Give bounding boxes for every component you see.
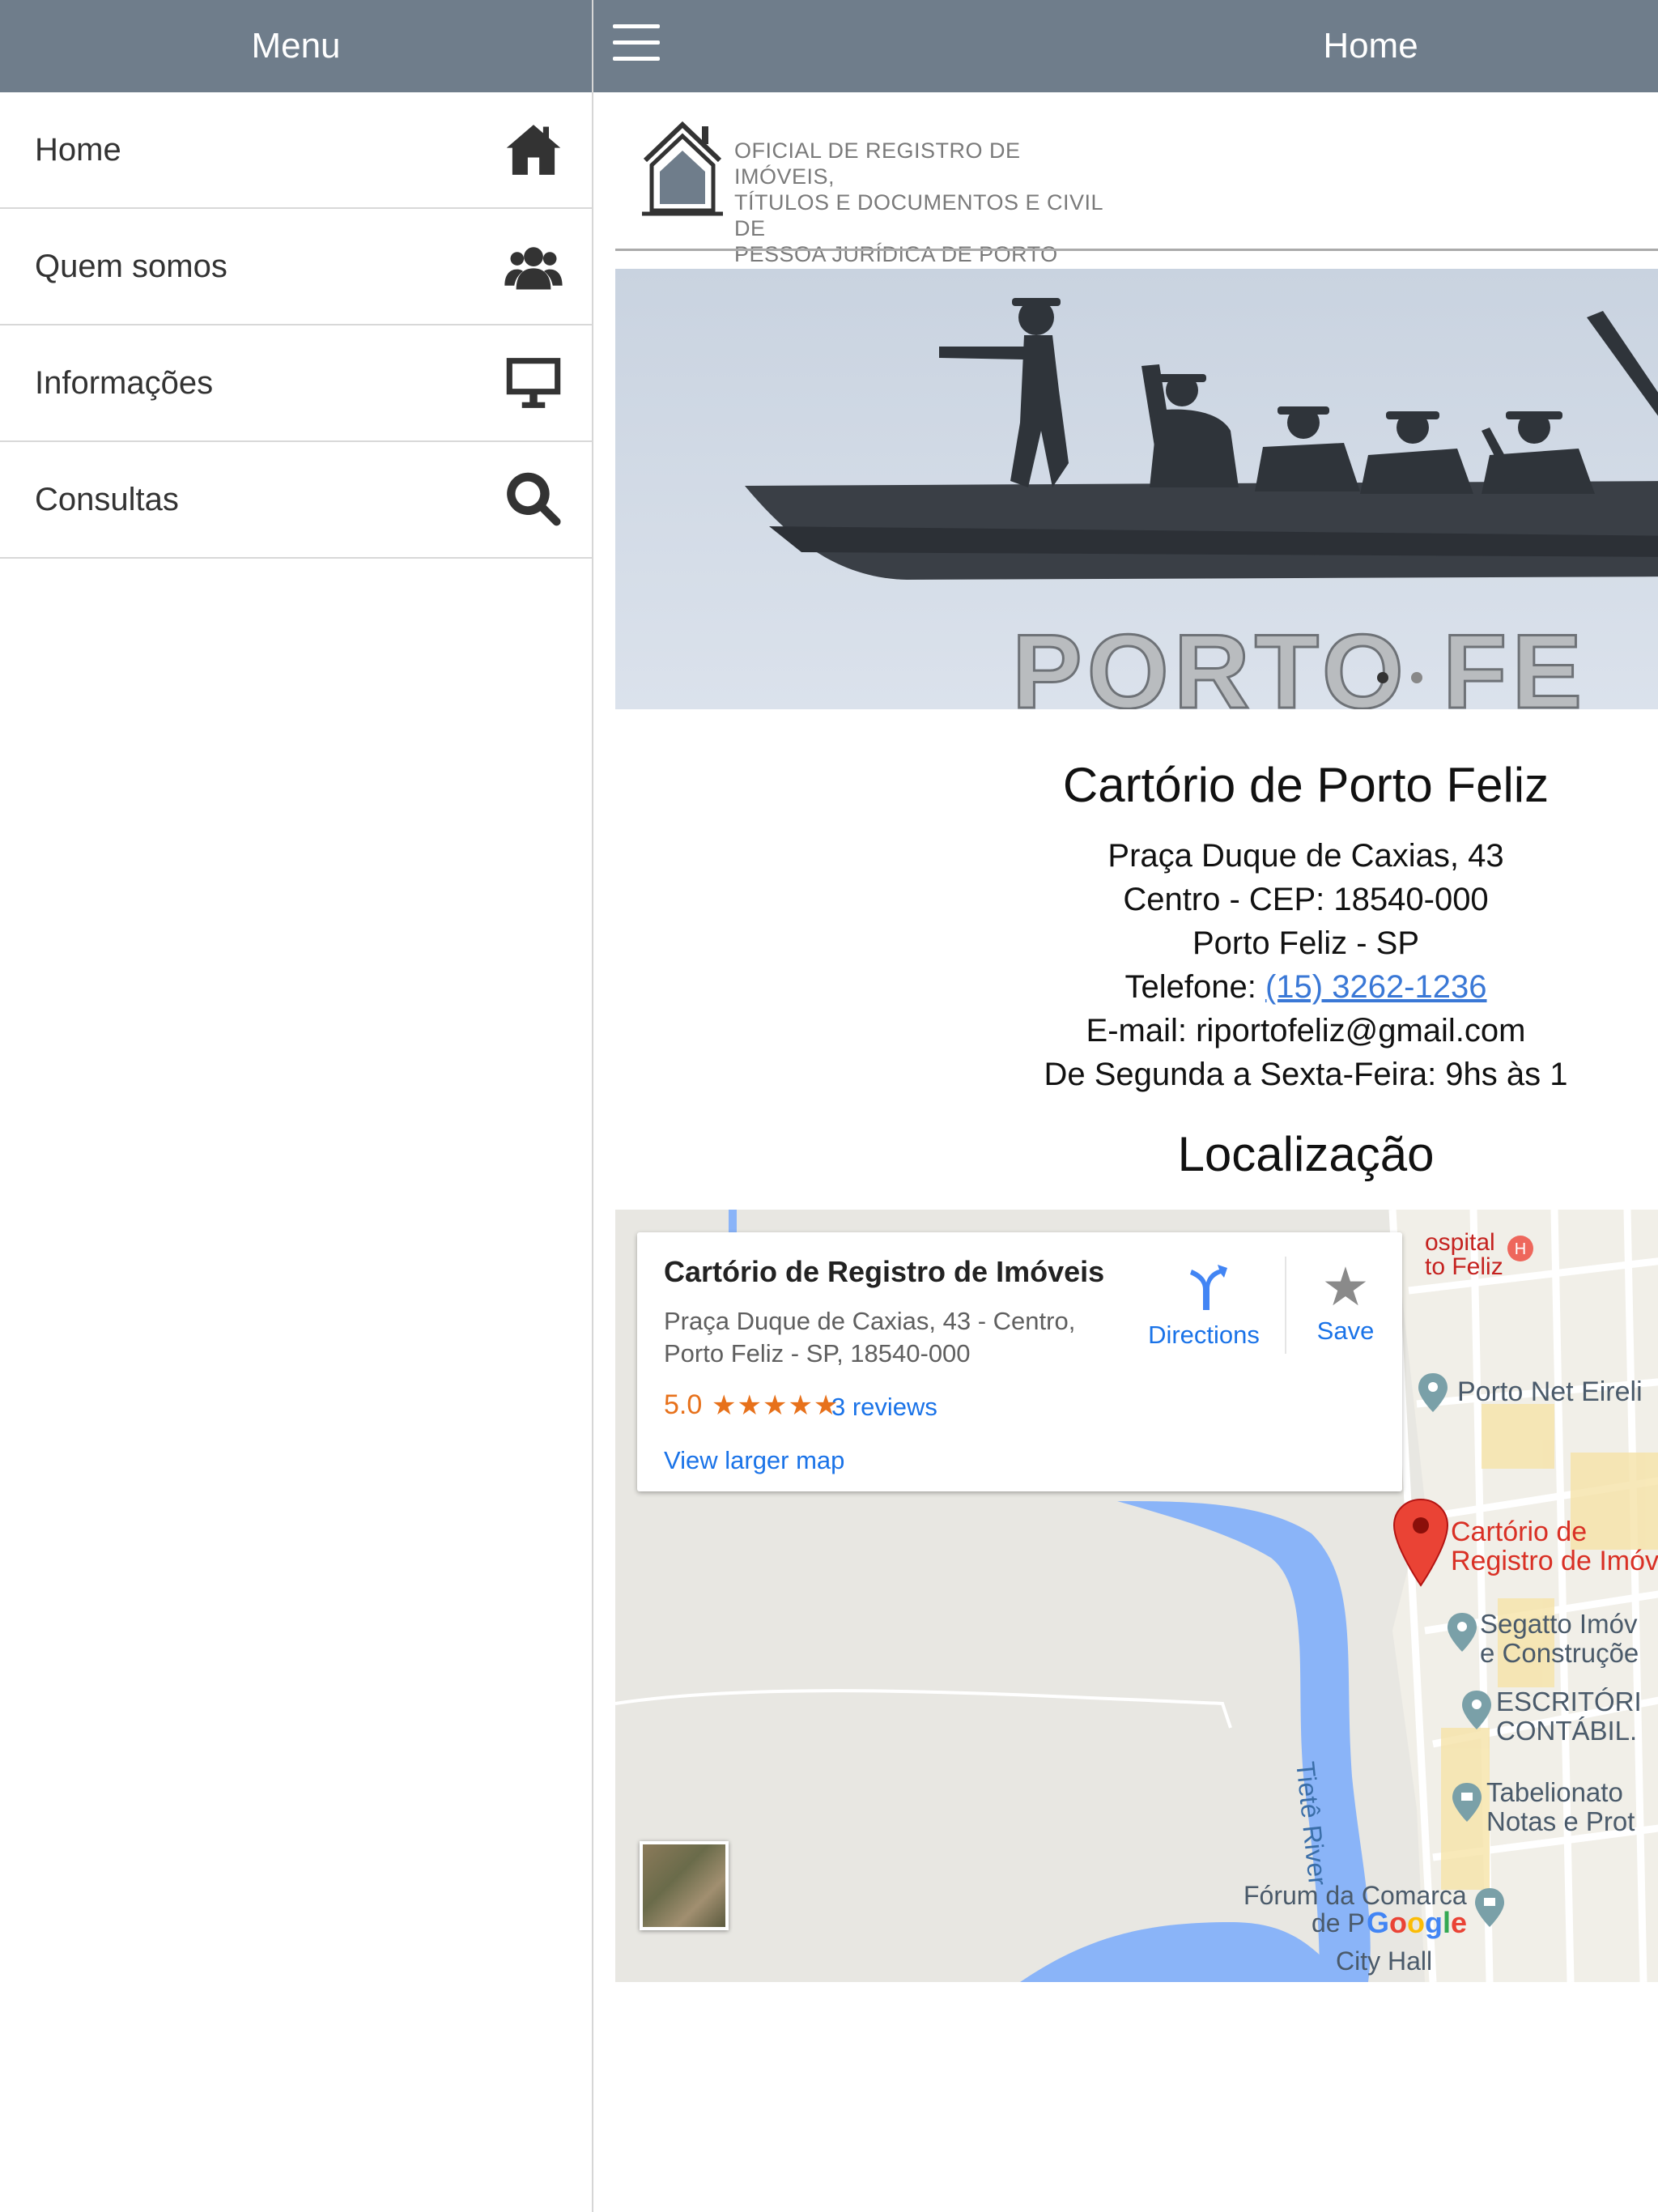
home-icon: [506, 125, 561, 175]
directions-label: Directions: [1148, 1321, 1260, 1349]
map-label-escritorio: ESCRITÓRI CONTÁBIL.: [1496, 1687, 1642, 1746]
save-button[interactable]: ★ Save: [1289, 1257, 1402, 1346]
carousel-dot-active[interactable]: [1377, 672, 1388, 683]
hours-line: De Segunda a Sexta-Feira: 9hs às 1: [1044, 1057, 1568, 1092]
directions-icon: [1190, 1265, 1227, 1310]
location-marker-icon[interactable]: [1392, 1498, 1449, 1587]
place-info-card: Cartório de Registro de Imóveis Praça Du…: [637, 1232, 1402, 1491]
embedded-map[interactable]: Cartório de Registro de Imóveis Praça Du…: [615, 1210, 1658, 1982]
map-label-cartorio: Cartório de Registro de Imóv: [1451, 1517, 1658, 1576]
porto-feliz-sign: PORTO FE: [1012, 612, 1587, 709]
district-line: Centro - CEP: 18540-000: [1123, 882, 1489, 917]
place-address-line: Praça Duque de Caxias, 43 - Centro,: [664, 1307, 1076, 1335]
hospital-pin-icon[interactable]: H: [1506, 1234, 1535, 1263]
side-menu: Menu Home Quem somos Informações Consult…: [0, 0, 593, 2212]
hamburger-menu-button[interactable]: [613, 24, 660, 65]
top-bar: Home: [593, 0, 1658, 92]
map-label-porto-net: Porto Net Eireli: [1457, 1376, 1643, 1407]
city-line: Porto Feliz - SP: [1192, 925, 1420, 961]
menu-title: Menu: [251, 26, 341, 66]
page-title: Home: [1323, 26, 1418, 66]
google-logo: Google: [1367, 1906, 1468, 1939]
map-label-city-hall: City Hall: [1336, 1946, 1433, 1976]
hero-carousel[interactable]: PORTO FE: [615, 269, 1658, 709]
map-label-line: Notas e Prot: [1486, 1806, 1635, 1836]
place-address-line: Porto Feliz - SP, 18540-000: [664, 1339, 971, 1368]
monitor-icon: [506, 358, 561, 408]
hero-image: PORTO FE: [745, 298, 1658, 709]
place-pin-icon[interactable]: [1451, 1781, 1483, 1823]
map-label-line: Tabelionato: [1486, 1777, 1623, 1807]
phone-link[interactable]: (15) 3262-1236: [1265, 969, 1487, 1005]
menu-item-label: Quem somos: [35, 248, 227, 284]
email-line: E-mail: riportofeliz@gmail.com: [1086, 1013, 1526, 1049]
map-label-line: Segatto Imóv: [1480, 1609, 1638, 1639]
menu-item-consultas[interactable]: Consultas: [0, 442, 592, 559]
menu-item-home[interactable]: Home: [0, 92, 592, 209]
phone-line: Telefone: (15) 3262-1236: [593, 965, 1658, 1009]
menu-item-informacoes[interactable]: Informações: [0, 325, 592, 442]
save-label: Save: [1316, 1317, 1375, 1345]
office-title: Cartório de Porto Feliz: [1062, 758, 1550, 812]
house-logo-icon: [642, 121, 723, 216]
search-icon: [507, 472, 561, 526]
card-divider: [1285, 1257, 1286, 1354]
menu-item-label: Informações: [35, 364, 214, 401]
map-label-line: Fórum da Comarca: [1244, 1881, 1467, 1910]
menu-item-quem-somos[interactable]: Quem somos: [0, 209, 592, 325]
phone-label: Telefone:: [1124, 969, 1265, 1005]
map-label-line: e Construçõe: [1480, 1638, 1639, 1668]
place-name: Cartório de Registro de Imóveis: [664, 1255, 1105, 1288]
hamburger-line: [613, 40, 660, 45]
place-rating: 5.0: [664, 1389, 703, 1420]
location-title: Localização: [1177, 1127, 1435, 1181]
map-label-line: Cartório de: [1451, 1516, 1588, 1547]
office-logo: OFICIAL DE REGISTRO DE IMÓVEIS, TÍTULOS …: [639, 120, 1124, 292]
menu-item-label: Consultas: [35, 481, 179, 517]
map-label-tabelionato: Tabelionato Notas e Prot: [1486, 1778, 1635, 1836]
map-label-line: ESCRITÓRI: [1496, 1687, 1642, 1716]
place-pin-icon[interactable]: [1460, 1689, 1493, 1731]
logo-line: TÍTULOS E DOCUMENTOS E CIVIL DE: [734, 190, 1103, 240]
menu-header: Menu: [0, 0, 592, 92]
view-larger-map-link[interactable]: View larger map: [664, 1446, 844, 1475]
menu-list: Home Quem somos Informações Consultas: [0, 92, 592, 559]
place-pin-icon[interactable]: [1417, 1372, 1449, 1414]
map-label-hospital: ospital to Feliz: [1425, 1229, 1503, 1281]
address-line: Praça Duque de Caxias, 43: [1107, 838, 1504, 874]
users-icon: [504, 247, 563, 290]
svg-text:H: H: [1515, 1240, 1526, 1258]
carousel-dot[interactable]: [1411, 672, 1422, 683]
map-label-line: CONTÁBIL.: [1496, 1716, 1638, 1746]
logo-line: OFICIAL DE REGISTRO DE IMÓVEIS,: [734, 138, 1021, 189]
hamburger-line: [613, 57, 660, 61]
place-pin-icon[interactable]: [1446, 1611, 1478, 1653]
reviews-link[interactable]: 3 reviews: [831, 1393, 937, 1422]
map-label-line: to Feliz: [1425, 1253, 1503, 1280]
divider: [615, 249, 1658, 251]
satellite-view-toggle[interactable]: [640, 1841, 729, 1930]
main-panel: Home OFICIAL DE REGISTRO DE IMÓVEIS, TÍT…: [593, 0, 1658, 2212]
rating-stars: ★★★★★: [712, 1390, 840, 1421]
map-label-line: Registro de Imóv: [1451, 1546, 1658, 1576]
map-label-segatto: Segatto Imóv e Construçõe: [1480, 1610, 1639, 1668]
star-icon: ★: [1321, 1257, 1370, 1317]
place-address: Praça Duque de Caxias, 43 - Centro, Port…: [664, 1305, 1117, 1370]
menu-item-label: Home: [35, 131, 121, 168]
directions-button[interactable]: Directions: [1123, 1261, 1285, 1350]
hamburger-line: [613, 24, 660, 28]
map-label-line: ospital: [1425, 1229, 1495, 1256]
place-pin-icon[interactable]: [1473, 1887, 1506, 1929]
